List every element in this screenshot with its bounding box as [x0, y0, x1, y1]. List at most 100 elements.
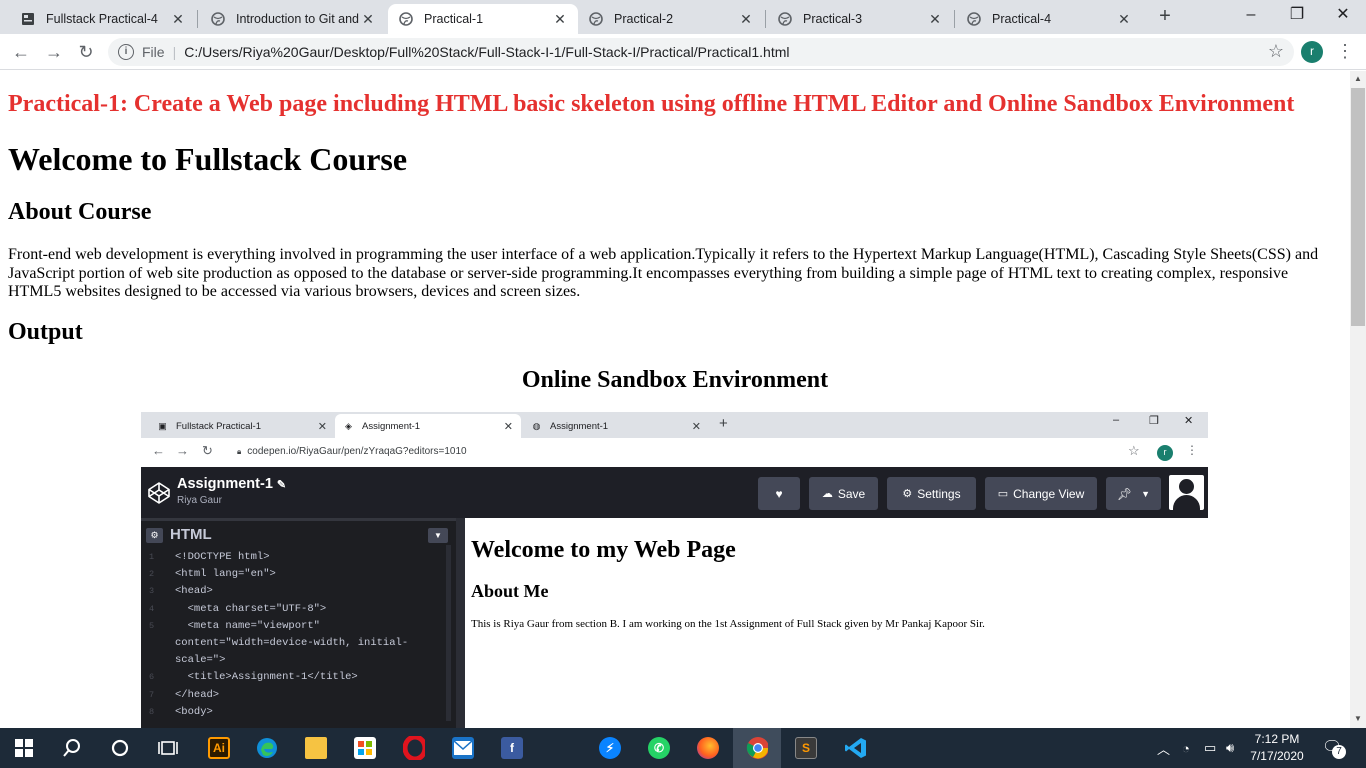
chrome-app[interactable]: [733, 728, 781, 768]
close-icon[interactable]: ✕: [1116, 11, 1132, 28]
tab-practical-4[interactable]: Practical-4 ✕: [956, 4, 1142, 34]
layout-icon: ▭: [997, 488, 1009, 500]
close-icon[interactable]: ✕: [170, 11, 186, 28]
volume-icon[interactable]: 🔊︎: [1226, 728, 1234, 768]
globe-icon: [777, 11, 793, 27]
sandbox-screenshot: ▣ Fullstack Practical-1 ✕ ◈ Assignment-1…: [141, 412, 1208, 728]
tab-practical-3[interactable]: Practical-3 ✕: [767, 4, 953, 34]
start-button[interactable]: [0, 728, 48, 768]
url-text: codepen.io/RiyaGaur/pen/zYraqaG?editors=…: [247, 446, 467, 457]
close-icon[interactable]: ✕: [552, 11, 568, 28]
line-number: 7: [149, 689, 155, 700]
chevron-down-icon: ▼: [1141, 488, 1151, 499]
pen-author: Riya Gaur: [177, 495, 223, 506]
editor-header: ⚙ HTML ▼: [141, 518, 465, 548]
search-button[interactable]: [48, 728, 96, 768]
url-text[interactable]: C:/Users/Riya%20Gaur/Desktop/Full%20Stac…: [184, 44, 789, 60]
tab-title: Practical-3: [803, 12, 863, 26]
forward-button[interactable]: →: [42, 40, 66, 64]
opera-app[interactable]: [390, 728, 438, 768]
whatsapp-app[interactable]: ✆: [635, 728, 683, 768]
store-app[interactable]: [341, 728, 389, 768]
messenger-app[interactable]: ⚡︎: [586, 728, 634, 768]
screenshot-tab: ▣ Fullstack Practical-1 ✕: [149, 414, 335, 438]
close-icon: ✕: [1184, 415, 1194, 427]
globe-icon: [398, 11, 414, 27]
info-icon[interactable]: i: [118, 44, 134, 60]
pencil-icon: ✎: [276, 479, 287, 491]
settings-label: Settings: [917, 486, 961, 501]
profile-avatar: r: [1157, 445, 1173, 461]
code-text: </head>: [175, 688, 220, 701]
line-number: 1: [149, 552, 155, 562]
about-paragraph: Front-end web development is everything …: [8, 246, 1319, 300]
star-icon[interactable]: ☆: [1268, 41, 1284, 62]
scroll-down-icon[interactable]: ▼: [1350, 711, 1366, 727]
scroll-up-icon[interactable]: ▲: [1350, 71, 1366, 87]
sublime-app[interactable]: S: [782, 728, 830, 768]
browser-tab-strip: Fullstack Practical-4 ✕ Introduction to …: [0, 0, 1366, 34]
close-window-button[interactable]: ✕: [1320, 0, 1366, 32]
screenshot-tab-active: ◈ Assignment-1 ✕: [335, 414, 521, 438]
facebook-icon: f: [501, 737, 523, 759]
close-icon[interactable]: ✕: [927, 11, 943, 28]
code-line: content="width=device-width, initial-: [141, 635, 457, 652]
task-view-button[interactable]: [144, 728, 192, 768]
windows-taskbar: Ai f ⚡︎ ✆ S ︿ ◔ ▭ 🔊︎ 7:12 PM 7/17/2020 🗨…: [0, 728, 1366, 768]
minimize-button[interactable]: –: [1228, 0, 1274, 32]
panel-divider: [456, 518, 465, 728]
globe-icon: [210, 11, 226, 27]
edge-app[interactable]: [243, 728, 291, 768]
tray-overflow-icon[interactable]: ︿: [1157, 728, 1170, 768]
mail-app[interactable]: [439, 728, 487, 768]
restore-icon: ❐: [1149, 415, 1159, 427]
close-icon[interactable]: ✕: [360, 11, 376, 28]
tab-title: Assignment-1: [362, 420, 421, 432]
mail-icon: [452, 737, 474, 759]
change-view-label: Change View: [1013, 486, 1085, 501]
illustrator-app[interactable]: Ai: [195, 728, 243, 768]
line-number: 4: [149, 603, 155, 614]
tab-title: Assignment-1: [550, 420, 609, 432]
tab-practical-2[interactable]: Practical-2 ✕: [578, 4, 764, 34]
firefox-app[interactable]: [684, 728, 732, 768]
back-button[interactable]: ←: [9, 40, 33, 64]
tab-practical-1[interactable]: Practical-1 ✕: [388, 4, 578, 34]
scrollbar-thumb[interactable]: [1351, 88, 1365, 326]
tab-fullstack-practical-4[interactable]: Fullstack Practical-4 ✕: [10, 4, 196, 34]
reload-button[interactable]: ↻: [74, 40, 98, 64]
html-editor-panel: ⚙ HTML ▼ 1 <!DOCTYPE html> 2 <html lang="e…: [141, 518, 465, 728]
tab-introduction-to-git[interactable]: Introduction to Git and ✕: [200, 4, 386, 34]
vscode-app[interactable]: [831, 728, 879, 768]
messenger-icon: ⚡︎: [599, 737, 621, 759]
pen-title-text: Assignment-1: [177, 476, 273, 492]
cortana-button[interactable]: [96, 728, 144, 768]
whatsapp-icon: ✆: [648, 737, 670, 759]
save-label: Save: [837, 486, 866, 501]
user-avatar: [1169, 475, 1204, 510]
screenshot-tab: ◍ Assignment-1 ✕: [523, 414, 709, 438]
divider: |: [172, 44, 177, 60]
address-bar[interactable]: i File | C:/Users/Riya%20Gaur/Desktop/Fu…: [108, 38, 1294, 66]
tab-title: Fullstack Practical-1: [176, 420, 261, 432]
file-explorer-app[interactable]: [292, 728, 340, 768]
store-icon: [354, 737, 376, 759]
page-icon: ▣: [158, 420, 167, 431]
code-line: 4 <meta charset="UTF-8">: [141, 601, 457, 618]
system-clock[interactable]: 7:12 PM 7/17/2020: [1240, 731, 1314, 765]
opera-icon: [403, 736, 425, 760]
code-text: scale=">: [175, 654, 226, 667]
new-tab-button[interactable]: +: [1152, 5, 1178, 29]
profile-avatar[interactable]: r: [1301, 41, 1323, 63]
battery-icon[interactable]: ▭: [1204, 728, 1216, 768]
close-icon[interactable]: ✕: [738, 11, 754, 28]
wifi-icon[interactable]: ◔: [1182, 728, 1190, 768]
screenshot-tab-strip: ▣ Fullstack Practical-1 ✕ ◈ Assignment-1…: [141, 412, 1208, 438]
restore-button[interactable]: ❐: [1274, 0, 1320, 32]
code-text: <title>Assignment-1</title>: [175, 671, 358, 684]
line-number: 2: [149, 569, 155, 580]
facebook-app[interactable]: f: [488, 728, 536, 768]
menu-icon[interactable]: ⋮: [1336, 41, 1354, 62]
codepen-header: Assignment-1 ✎ Riya Gaur ♥ ☁ Save ⚙ Setting…: [141, 467, 1208, 518]
notification-button[interactable]: 🗨︎ 7: [1322, 737, 1346, 759]
